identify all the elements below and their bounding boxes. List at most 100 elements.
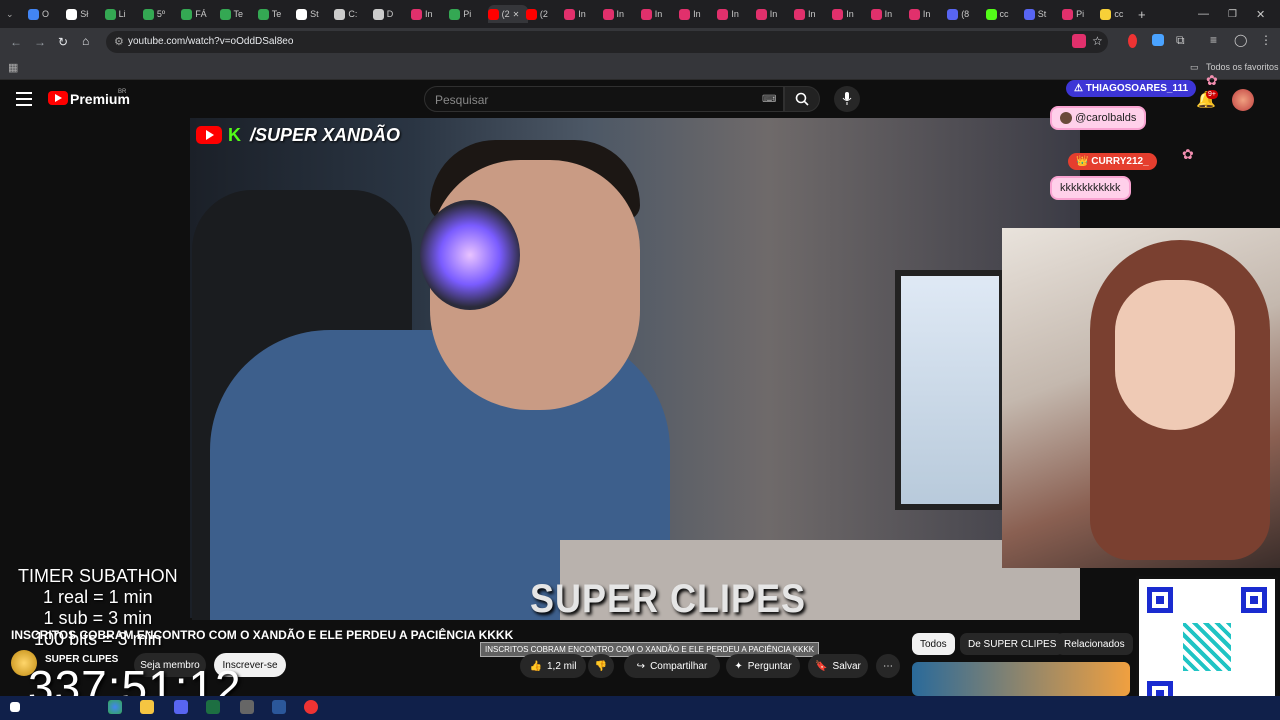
video-title: INSCRITOS COBRAM ENCONTRO COM O XANDÃO E… [11,628,514,642]
browser-tab[interactable]: 5º [142,5,181,23]
browser-tab[interactable]: In [717,5,755,23]
dislike-button[interactable]: 👎 [588,654,614,678]
chip-related[interactable]: Relacionados [1056,633,1133,655]
discord-taskbar-icon[interactable] [174,700,188,714]
browser-tab[interactable]: Sł [66,5,104,23]
ask-label: Perguntar [747,660,792,672]
extensions-puzzle-icon[interactable]: ⧉ [1176,33,1185,48]
browser-tab[interactable]: (2 [525,5,564,23]
browser-tab[interactable]: FÁ [181,5,219,23]
browser-tab[interactable]: Li [104,5,143,23]
explorer-taskbar-icon[interactable] [140,700,154,714]
bookmark-star-icon[interactable]: ☆ [1092,34,1103,48]
back-icon[interactable]: ← [10,35,22,49]
search-input[interactable]: Pesquisar [424,86,784,112]
site-info-icon[interactable]: ⚙ [114,35,124,48]
browser-tab[interactable]: In [908,5,947,23]
browser-tab[interactable]: In [411,5,449,23]
youtube-icon [196,126,222,144]
word-taskbar-icon[interactable] [272,700,286,714]
close-window-button[interactable]: ✕ [1256,5,1270,23]
keyboard-icon[interactable]: ⌨ [762,94,776,105]
browser-tab[interactable]: In [755,5,794,23]
browser-tab[interactable]: cc [985,5,1024,23]
tab-favicon-icon [985,8,997,20]
chat-username: 👑 CURRY212_ [1068,153,1157,170]
tab-label: (2 [501,9,510,19]
browser-tab[interactable]: Pi [449,5,487,23]
extension-icon[interactable] [1128,34,1137,48]
tab-label: Sł [80,9,89,19]
tab-favicon-icon [794,8,805,20]
new-tab-button[interactable]: + [1138,5,1152,23]
webcam-face [1115,280,1235,430]
browser-tab[interactable]: In [602,5,641,23]
like-button[interactable]: 👍 1,2 mil [520,654,586,678]
minimize-button[interactable]: — [1198,5,1212,23]
share-button[interactable]: ↪ Compartilhar [624,654,720,678]
home-icon[interactable]: ⌂ [82,34,89,48]
browser-tab[interactable]: O [28,5,66,23]
browser-tab[interactable]: (8 [947,5,985,23]
tab-label: D [386,9,394,19]
tab-favicon-icon [564,8,576,20]
obs-taskbar-icon[interactable] [304,700,318,714]
account-avatar[interactable] [1232,89,1254,111]
browser-tab[interactable]: In [564,5,602,23]
tab-label: In [425,9,433,19]
save-button[interactable]: 🔖 Salvar [808,654,868,678]
restore-button[interactable]: ❐ [1228,5,1242,23]
browser-tab[interactable]: St [1023,5,1062,23]
ask-button[interactable]: ✦ Perguntar [726,654,800,678]
more-actions-button[interactable]: ⋯ [876,654,900,678]
browser-tab[interactable]: Pi [1062,5,1100,23]
app-taskbar-icon[interactable] [240,700,254,714]
menu-kebab-icon[interactable]: ⋮ [1260,33,1272,47]
excel-taskbar-icon[interactable] [206,700,220,714]
apps-grid-icon[interactable]: ▦ [8,61,18,74]
search-icon [795,92,809,106]
related-video-thumbnail[interactable] [912,662,1130,696]
browser-tab[interactable]: In [832,5,870,23]
browser-tab[interactable]: D [372,5,411,23]
browser-tab[interactable]: In [640,5,679,23]
tab-label: C: [348,9,358,19]
browser-tab[interactable]: Te [257,5,296,23]
tab-label: FÁ [195,9,207,19]
chrome-taskbar-icon[interactable] [108,700,122,714]
youtube-logo-icon[interactable] [48,91,68,105]
browser-tab[interactable]: In [794,5,832,23]
tab-favicon-icon [602,8,614,20]
reload-icon[interactable]: ↻ [58,35,68,49]
voice-search-button[interactable] [834,86,860,112]
tab-label: In [884,9,893,19]
tab-label: In [808,9,816,19]
extension-icon[interactable] [1152,34,1164,46]
tab-label: In [578,9,586,19]
windows-start-icon[interactable] [10,702,20,712]
hamburger-menu-icon[interactable] [16,92,32,106]
chip-from-channel[interactable]: De SUPER CLIPES [960,633,1065,655]
browser-tab[interactable]: (2 ✕ [487,5,528,23]
browser-tab[interactable]: In [870,5,909,23]
chat-message: @carolbalds [1050,106,1147,131]
chip-all[interactable]: Todos [912,633,955,655]
profile-icon[interactable]: ◯ [1234,33,1247,47]
browser-tab[interactable]: In [679,5,717,23]
extension-icon[interactable] [1072,34,1086,48]
tab-list-button[interactable]: ⌄ [6,5,22,23]
qr-pattern [1183,623,1231,671]
tab-favicon-icon [525,8,537,20]
tab-close-icon[interactable]: ✕ [513,10,520,19]
video-watermark: K /SUPER XANDÃO [196,124,400,146]
browser-tab[interactable]: C: [334,5,372,23]
browser-tab[interactable]: St [296,5,334,23]
chat-message: kkkkkkkkkkk [1050,176,1131,200]
browser-tab[interactable]: Te [219,5,258,23]
browser-tab[interactable]: cc [1100,5,1138,23]
forward-icon[interactable]: → [34,35,46,49]
reading-list-icon[interactable]: ≡ [1210,33,1217,47]
all-bookmarks-link[interactable]: Todos os favoritos [1206,62,1279,72]
address-bar[interactable]: ⚙ youtube.com/watch?v=oOddDSal8eo ☆ [106,31,1108,53]
search-button[interactable] [784,86,820,112]
